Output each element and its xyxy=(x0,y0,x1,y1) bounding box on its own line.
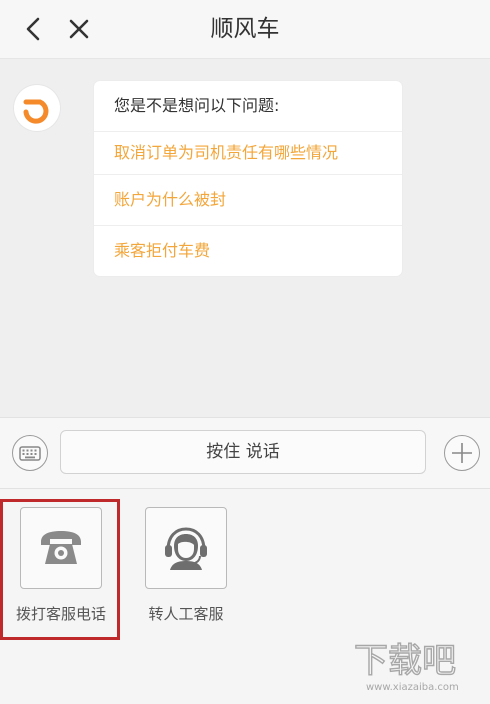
suggested-question[interactable]: 账户为什么被封 xyxy=(94,174,402,225)
didi-logo-icon xyxy=(15,86,59,130)
headset-agent-icon xyxy=(165,527,207,570)
watermark-logo: 下载吧 www.xiazaiba.com xyxy=(353,640,459,693)
call-service-icon-box[interactable] xyxy=(20,507,102,589)
page-title: 顺风车 xyxy=(210,16,280,42)
hold-to-talk-button[interactable]: 按住 说话 xyxy=(60,430,426,474)
suggested-question[interactable]: 取消订单为司机责任有哪些情况 xyxy=(94,131,402,174)
human-agent-icon-box[interactable] xyxy=(145,507,227,589)
call-service-label: 拨打客服电话 xyxy=(16,605,107,623)
avatar xyxy=(14,85,60,131)
site-watermark: 下载吧 www.xiazaiba.com xyxy=(352,636,484,696)
chat-area: 您是不是想问以下问题: 取消订单为司机责任有哪些情况 账户为什么被封 乘客拒付车… xyxy=(0,59,490,417)
call-service-tool[interactable]: 拨打客服电话 xyxy=(16,507,106,624)
input-bar: 按住 说话 xyxy=(0,417,490,489)
tools-panel: 拨打客服电话 转人工客服 下载吧 www.xiazaiba.com xyxy=(0,489,490,704)
keyboard-icon xyxy=(19,446,41,461)
watermark-url: www.xiazaiba.com xyxy=(366,682,459,693)
suggested-question[interactable]: 乘客拒付车费 xyxy=(94,225,402,276)
human-agent-label: 转人工客服 xyxy=(148,605,224,623)
telephone-icon xyxy=(41,531,81,564)
suggest-prompt: 您是不是想问以下问题: xyxy=(114,96,280,115)
watermark-text: 下载吧 xyxy=(354,641,456,681)
top-nav-bar: 顺风车 xyxy=(0,0,490,59)
keyboard-toggle-button[interactable] xyxy=(12,435,48,471)
plus-icon xyxy=(452,443,472,463)
more-button[interactable] xyxy=(444,435,480,471)
human-agent-tool[interactable]: 转人工客服 xyxy=(141,507,231,624)
bot-message-bubble: 您是不是想问以下问题: 取消订单为司机责任有哪些情况 账户为什么被封 乘客拒付车… xyxy=(94,81,402,276)
